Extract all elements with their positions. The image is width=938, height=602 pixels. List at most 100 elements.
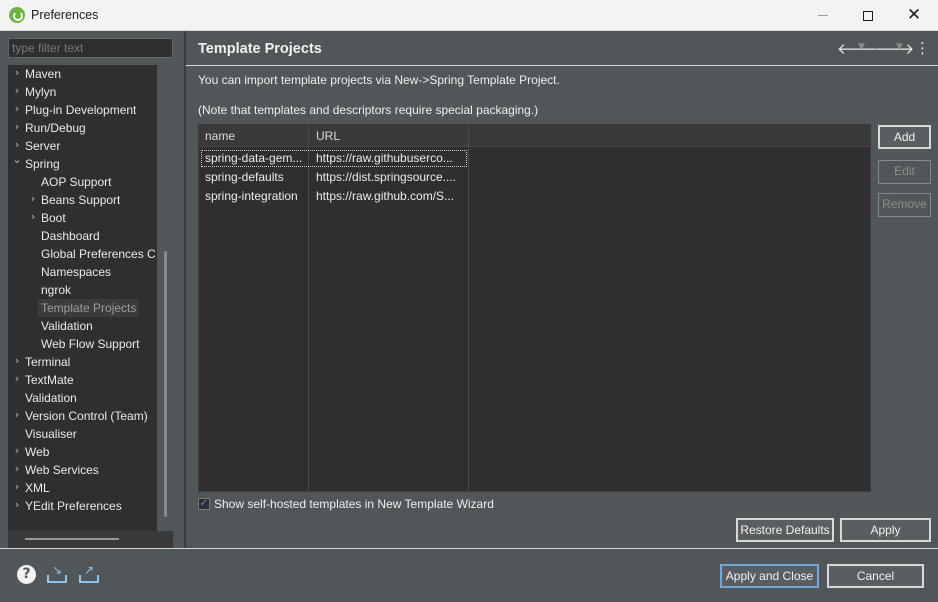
help-icon[interactable]: ?: [17, 565, 36, 584]
tree-item[interactable]: AOP Support: [38, 173, 115, 191]
tree-item-label: AOP Support: [41, 175, 112, 189]
info-text: You can import template projects via New…: [198, 73, 560, 87]
column-header-url[interactable]: URL: [316, 129, 340, 143]
templates-table[interactable]: name URL spring-data-gem... https://raw.g…: [198, 124, 871, 492]
import-arrow: ↘: [52, 563, 63, 577]
tree-item-label: Version Control (Team): [25, 409, 148, 423]
chevron-right-icon[interactable]: ›: [12, 66, 22, 79]
close-button[interactable]: ✕: [891, 0, 937, 31]
template-name-cell[interactable]: spring-defaults: [205, 170, 306, 184]
maximize-icon: [863, 10, 873, 21]
tree-item[interactable]: Run/Debug: [22, 119, 89, 137]
chevron-right-icon[interactable]: ›: [12, 480, 22, 493]
cancel-button[interactable]: Cancel: [827, 564, 924, 588]
tree-item[interactable]: Spring: [22, 155, 63, 173]
chevron-right-icon[interactable]: ›: [12, 120, 22, 133]
tree-item[interactable]: Template Projects: [38, 299, 140, 317]
tree-item[interactable]: Web: [22, 443, 52, 461]
tree-item-label: Server: [25, 139, 61, 153]
chevron-right-icon[interactable]: ›: [12, 102, 22, 115]
chevron-right-icon[interactable]: ›: [12, 138, 22, 151]
tree-item[interactable]: XML: [22, 479, 53, 497]
tree-horizontal-scrollbar-track: [8, 531, 173, 548]
apply-button[interactable]: Apply: [840, 518, 931, 542]
chevron-right-icon[interactable]: ›: [28, 210, 38, 223]
forward-arrow-icon[interactable]: 🡒: [874, 39, 914, 58]
add-button[interactable]: Add: [878, 125, 931, 149]
maximize-button[interactable]: [845, 0, 891, 31]
minimize-icon: [818, 15, 828, 16]
template-url-cell[interactable]: https://dist.springsource....: [316, 170, 466, 184]
tree-item[interactable]: Plug-in Development: [22, 101, 139, 119]
preferences-nav-panel: Maven›Mylyn›Plug-in Development›Run/Debu…: [0, 31, 185, 548]
tree-item[interactable]: Global Preferences C: [38, 245, 157, 263]
self-hosted-templates-checkbox[interactable]: ✓: [198, 498, 210, 510]
restore-defaults-button[interactable]: Restore Defaults: [736, 518, 834, 542]
spring-logo-icon: [9, 7, 25, 23]
chevron-right-icon[interactable]: ›: [12, 372, 22, 385]
tree-item[interactable]: Dashboard: [38, 227, 103, 245]
tree-item[interactable]: Web Flow Support: [38, 335, 143, 353]
tree-item[interactable]: Terminal: [22, 353, 73, 371]
template-name-cell[interactable]: spring-integration: [205, 189, 306, 203]
tree-item[interactable]: Version Control (Team): [22, 407, 151, 425]
column-divider[interactable]: [468, 125, 469, 491]
remove-button[interactable]: Remove: [878, 193, 931, 217]
tree-item[interactable]: Boot: [38, 209, 69, 227]
tree-item-label: Global Preferences C: [41, 247, 156, 261]
tree-item-label: YEdit Preferences: [25, 499, 122, 513]
chevron-right-icon[interactable]: ›: [12, 462, 22, 475]
tree-item-label: Web Flow Support: [41, 337, 140, 351]
chevron-down-icon[interactable]: ⌄: [12, 153, 22, 166]
tree-item[interactable]: Validation: [38, 317, 96, 335]
tree-item[interactable]: Validation: [22, 389, 80, 407]
tree-horizontal-scrollbar[interactable]: [25, 538, 119, 540]
chevron-right-icon[interactable]: ›: [12, 354, 22, 367]
tree-item[interactable]: YEdit Preferences: [22, 497, 125, 515]
apply-and-close-button[interactable]: Apply and Close: [720, 564, 819, 588]
tree-vertical-scrollbar[interactable]: [164, 251, 167, 517]
template-url-cell[interactable]: https://raw.github.com/S...: [316, 189, 466, 203]
title-bar: Preferences ✕: [0, 0, 938, 31]
chevron-right-icon[interactable]: ›: [28, 192, 38, 205]
tree-item-label: Terminal: [25, 355, 71, 369]
forward-history-dropdown-icon[interactable]: ▼: [896, 42, 903, 52]
filter-input[interactable]: [8, 38, 173, 58]
preferences-tree[interactable]: Maven › Mylyn › Plug-in Development › Run/Debu…: [8, 65, 157, 531]
tree-item[interactable]: Beans Support: [38, 191, 123, 209]
template-name-cell[interactable]: spring-data-gem...: [205, 151, 306, 165]
tree-item[interactable]: TextMate: [22, 371, 77, 389]
export-arrow: ↗: [84, 563, 95, 577]
minimize-button[interactable]: [800, 0, 846, 31]
tree-item-label: Spring: [25, 157, 60, 171]
tree-item[interactable]: Mylyn: [22, 83, 59, 101]
chevron-right-icon[interactable]: ›: [12, 84, 22, 97]
tree-item-label: Visualiser: [25, 427, 77, 441]
template-url-cell[interactable]: https://raw.githubuserco...: [316, 151, 466, 165]
tree-item-label: Boot: [41, 211, 66, 225]
chevron-right-icon[interactable]: ›: [12, 444, 22, 457]
export-icon[interactable]: ↗: [79, 563, 99, 583]
tree-item[interactable]: Namespaces: [38, 263, 114, 281]
chevron-right-icon[interactable]: ›: [12, 408, 22, 421]
tree-item-label: Validation: [41, 319, 93, 333]
page-title: Template Projects: [198, 41, 322, 57]
tree-item-label: Validation: [25, 391, 77, 405]
tree-item[interactable]: Visualiser: [22, 425, 80, 443]
back-history-dropdown-icon[interactable]: ▼: [858, 42, 865, 52]
tree-item-label: Beans Support: [41, 193, 121, 207]
tree-item[interactable]: Web Services: [22, 461, 102, 479]
tree-item[interactable]: ngrok: [38, 281, 74, 299]
edit-button[interactable]: Edit: [878, 160, 931, 184]
column-header-name[interactable]: name: [205, 129, 235, 143]
tree-item-label: Plug-in Development: [25, 103, 137, 117]
view-menu-icon[interactable]: ⋮: [915, 39, 930, 57]
chevron-right-icon[interactable]: ›: [12, 498, 22, 511]
import-icon[interactable]: ↘: [47, 563, 67, 583]
tree-item[interactable]: Maven: [22, 65, 64, 83]
tree-item[interactable]: Server: [22, 137, 63, 155]
tree-item-label: XML: [25, 481, 50, 495]
tree-item-label: Namespaces: [41, 265, 112, 279]
tree-item-label: Mylyn: [25, 85, 57, 99]
column-divider[interactable]: [308, 125, 309, 491]
